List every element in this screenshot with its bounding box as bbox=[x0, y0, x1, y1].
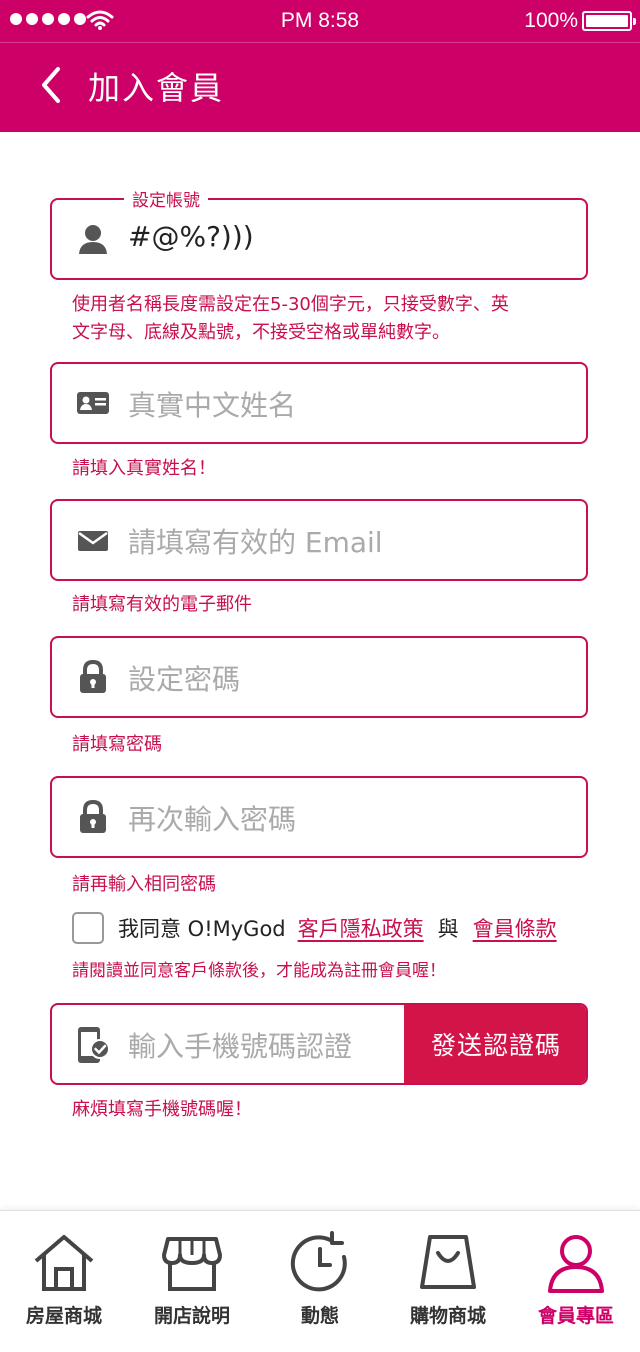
agreement-row: 我同意 O!MyGod 客戶隱私政策 與 會員條款 bbox=[72, 912, 557, 944]
privacy-policy-link[interactable]: 客戶隱私政策 bbox=[298, 913, 424, 943]
account-hint-line2: 文字母、底線及點號，不接受空格或單純數字。 bbox=[72, 322, 450, 343]
account-input-value[interactable]: #@%?))) bbox=[128, 220, 254, 253]
tab-label: 房屋商城 bbox=[25, 1305, 102, 1327]
name-input-placeholder[interactable]: 真實中文姓名 bbox=[128, 384, 296, 424]
shopping-bag-icon bbox=[420, 1235, 476, 1289]
tab-label: 購物商城 bbox=[409, 1305, 486, 1327]
tab-label: 動態 bbox=[300, 1305, 339, 1327]
tab-house-mall[interactable]: 房屋商城 bbox=[0, 1211, 128, 1352]
name-field[interactable]: 真實中文姓名 bbox=[50, 362, 588, 444]
member-terms-link[interactable]: 會員條款 bbox=[473, 913, 557, 943]
lock-icon bbox=[80, 660, 106, 693]
shop-icon bbox=[162, 1237, 222, 1291]
bottom-tab-bar: 房屋商城 開店說明 動態 購物商城 會員專區 bbox=[0, 1210, 640, 1352]
id-card-icon bbox=[77, 392, 109, 414]
name-hint: 請填入真實姓名！ bbox=[72, 458, 216, 479]
email-hint: 請填寫有效的電子郵件 bbox=[72, 594, 252, 615]
envelope-icon bbox=[78, 531, 108, 551]
battery-icon bbox=[582, 11, 636, 31]
account-hint-line1: 使用者名稱長度需設定在5-30個字元，只接受數字、英 bbox=[72, 294, 509, 315]
phone-hint: 麻煩填寫手機號碼喔！ bbox=[72, 1099, 252, 1120]
agree-checkbox[interactable] bbox=[72, 912, 104, 944]
tab-open-store[interactable]: 開店說明 bbox=[128, 1211, 256, 1352]
lock-icon bbox=[80, 800, 106, 833]
navigation-bar: 加入會員 bbox=[0, 42, 640, 132]
confirm-password-input-placeholder[interactable]: 再次輸入密碼 bbox=[128, 798, 296, 838]
phone-input-placeholder[interactable]: 輸入手機號碼認證 bbox=[128, 1025, 352, 1065]
tab-shopping-mall[interactable]: 購物商城 bbox=[384, 1211, 512, 1352]
password-input-placeholder[interactable]: 設定密碼 bbox=[128, 658, 240, 698]
account-field-legend: 設定帳號 bbox=[124, 186, 208, 211]
confirm-password-hint: 請再輸入相同密碼 bbox=[72, 874, 216, 895]
password-field[interactable]: 設定密碼 bbox=[50, 636, 588, 718]
send-verification-button[interactable]: 發送認證碼 bbox=[404, 1005, 586, 1083]
account-field[interactable]: 設定帳號 #@%?))) bbox=[50, 186, 588, 280]
email-input-placeholder[interactable]: 請填寫有效的 Email bbox=[128, 521, 383, 561]
house-icon bbox=[34, 1235, 94, 1291]
tab-label: 開店說明 bbox=[153, 1305, 230, 1327]
tab-label: 會員專區 bbox=[537, 1305, 614, 1327]
battery-percentage: 100% bbox=[524, 9, 578, 32]
status-bar: PM 8:58 100% bbox=[0, 0, 640, 42]
page-title: 加入會員 bbox=[88, 69, 225, 107]
tab-member-area[interactable]: 會員專區 bbox=[512, 1211, 640, 1352]
agree-prefix-text: 我同意 O!MyGod bbox=[118, 917, 286, 941]
agree-and-text: 與 bbox=[437, 917, 459, 941]
member-icon bbox=[548, 1235, 604, 1293]
user-icon bbox=[79, 225, 107, 254]
back-arrow-icon[interactable] bbox=[34, 63, 74, 107]
phone-field[interactable]: 輸入手機號碼認證 發送認證碼 bbox=[50, 1003, 588, 1085]
timeline-icon bbox=[290, 1231, 347, 1292]
confirm-password-field[interactable]: 再次輸入密碼 bbox=[50, 776, 588, 858]
email-field[interactable]: 請填寫有效的 Email bbox=[50, 499, 588, 581]
phone-verify-icon bbox=[78, 1027, 110, 1063]
tab-timeline[interactable]: 動態 bbox=[256, 1211, 384, 1352]
password-hint: 請填寫密碼 bbox=[72, 734, 162, 755]
agree-hint: 請閱讀並同意客戶條款後，才能成為註冊會員喔！ bbox=[72, 961, 446, 981]
